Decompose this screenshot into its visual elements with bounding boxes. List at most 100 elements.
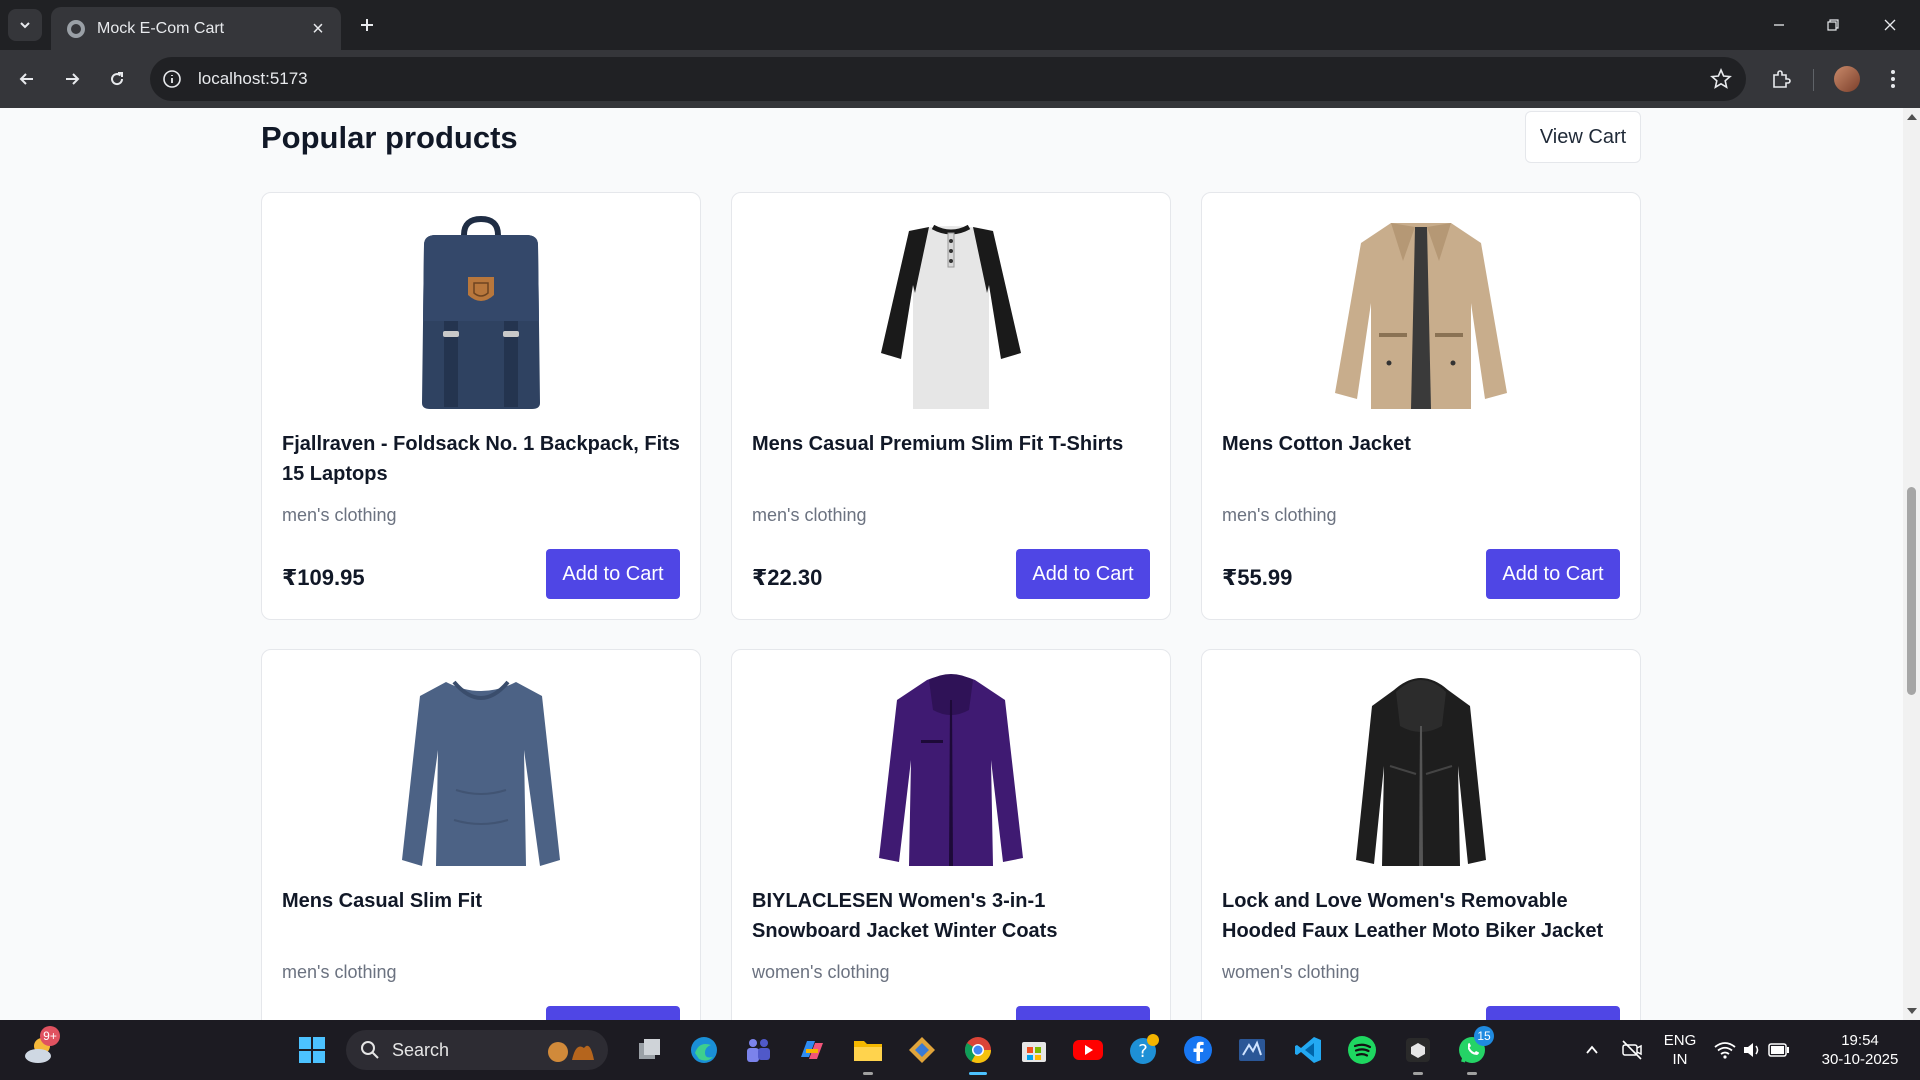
product-price: ₹22.30 [752,565,823,590]
restore-button[interactable] [1806,6,1860,44]
minimize-icon [1774,24,1784,26]
new-tab-button[interactable] [352,10,382,40]
forward-button[interactable] [55,62,89,96]
more-vertical-icon [1891,70,1895,88]
windows-icon [299,1037,325,1063]
vscode-app[interactable] [1290,1032,1326,1068]
back-button[interactable] [10,62,44,96]
address-bar[interactable]: localhost:5173 [150,57,1746,101]
product-title[interactable]: Fjallraven - Foldsack No. 1 Backpack, Fi… [282,429,682,489]
minimize-button[interactable] [1752,6,1806,44]
bookmark-star-icon[interactable] [1710,68,1732,90]
view-cart-button[interactable]: View Cart [1525,111,1641,163]
product-image [282,670,680,870]
plus-icon [361,19,373,31]
tshirt-image [881,224,1021,409]
chrome-app[interactable] [960,1032,996,1075]
whatsapp-badge: 15 [1474,1026,1494,1046]
product-price: ₹109.95 [282,565,365,590]
close-window-button[interactable] [1863,6,1917,44]
close-tab-icon[interactable]: × [307,18,329,40]
scrollbar-thumb[interactable] [1907,487,1916,695]
language-indicator[interactable]: ENG IN [1656,1031,1704,1069]
clock[interactable]: 19:54 30-10-2025 [1812,1031,1908,1069]
toolbar-divider [1813,69,1814,91]
copilot-app[interactable] [794,1032,830,1068]
browser-toolbar: localhost:5173 [0,50,1920,108]
snowboard-jacket-image [879,674,1023,866]
url-text: localhost:5173 [198,69,308,88]
product-title[interactable]: Mens Cotton Jacket [1222,429,1622,459]
facebook-app[interactable] [1180,1032,1216,1068]
add-to-cart-button[interactable]: Add to Cart [1486,549,1620,599]
product-card: Mens Casual Slim Fit men's clothing [261,649,701,1020]
clock-time: 19:54 [1841,1032,1879,1049]
diamond-tool-icon [909,1037,935,1063]
spotify-app[interactable] [1344,1032,1380,1068]
product-title[interactable]: BIYLACLESEN Women's 3-in-1 Snowboard Jac… [752,886,1152,946]
ssms-app[interactable] [1234,1032,1270,1068]
product-category: men's clothing [282,505,397,525]
product-title[interactable]: Lock and Love Women's Removable Hooded F… [1222,886,1622,946]
quick-settings-button[interactable] [1708,1032,1796,1068]
teams-app[interactable] [740,1032,776,1068]
folder-icon [854,1041,882,1061]
add-to-cart-button[interactable]: Add to Cart [1016,549,1150,599]
git-app[interactable] [904,1032,940,1068]
help-icon: ? [1130,1034,1159,1064]
add-to-cart-button[interactable] [1016,1006,1150,1020]
scroll-up-icon[interactable] [1907,114,1917,120]
product-category: men's clothing [752,505,867,525]
vscode-icon [1295,1037,1321,1063]
browser-tab[interactable]: Mock E-Com Cart × [51,7,341,50]
cube-app[interactable] [1400,1032,1436,1075]
product-title[interactable]: Mens Casual Slim Fit [282,886,682,916]
task-view-button[interactable] [632,1032,668,1068]
add-to-cart-button[interactable] [1486,1006,1620,1020]
product-card: Fjallraven - Foldsack No. 1 Backpack, Fi… [261,192,701,620]
product-image [752,213,1150,413]
taskbar-search[interactable]: Search [346,1030,608,1070]
scroll-down-icon[interactable] [1907,1008,1917,1014]
camera-off-icon [1622,1040,1642,1060]
chevron-up-icon [1586,1045,1598,1054]
battery-icon [1768,1043,1789,1057]
help-app[interactable]: ? [1126,1032,1162,1068]
product-image [1222,670,1620,870]
file-explorer-app[interactable] [850,1032,886,1075]
region-code: IN [1672,1051,1688,1068]
weather-widget[interactable]: 9+ [22,1026,60,1068]
windows-taskbar: 9+ Search ? 15 ENG IN 19:54 30-10-2025 [0,1020,1920,1080]
product-title[interactable]: Mens Casual Premium Slim Fit T-Shirts [752,429,1152,459]
start-button[interactable] [294,1032,330,1068]
product-card: Lock and Love Women's Removable Hooded F… [1201,649,1641,1020]
youtube-icon [1073,1040,1103,1060]
extensions-button[interactable] [1764,62,1798,96]
wifi-icon [1714,1042,1736,1059]
camera-off-tray[interactable] [1614,1032,1650,1068]
youtube-app[interactable] [1070,1032,1106,1068]
site-info-icon[interactable] [162,69,182,89]
edge-app[interactable] [686,1032,722,1068]
show-hidden-icons-button[interactable] [1574,1032,1610,1068]
running-indicator [863,1072,873,1075]
whatsapp-app[interactable]: 15 [1454,1026,1494,1075]
long-sleeve-shirt-image [402,680,560,866]
search-placeholder: Search [392,1039,450,1060]
browser-tab-strip: Mock E-Com Cart × [0,0,1920,50]
product-card: BIYLACLESEN Women's 3-in-1 Snowboard Jac… [731,649,1171,1020]
profile-button[interactable] [1830,62,1864,96]
store-app[interactable] [1016,1032,1052,1068]
product-card: Mens Casual Premium Slim Fit T-Shirts me… [731,192,1171,620]
reload-button[interactable] [100,62,134,96]
svg-text:?: ? [1138,1041,1148,1062]
page-scrollbar[interactable] [1903,108,1920,1020]
browser-menu-button[interactable] [1876,62,1910,96]
add-to-cart-button[interactable] [546,1006,680,1020]
edge-icon [691,1037,717,1063]
weather-badge: 9+ [40,1026,60,1046]
tab-search-button[interactable] [8,9,42,41]
arrow-right-icon [66,73,80,85]
add-to-cart-button[interactable]: Add to Cart [546,549,680,599]
globe-icon [67,19,85,38]
